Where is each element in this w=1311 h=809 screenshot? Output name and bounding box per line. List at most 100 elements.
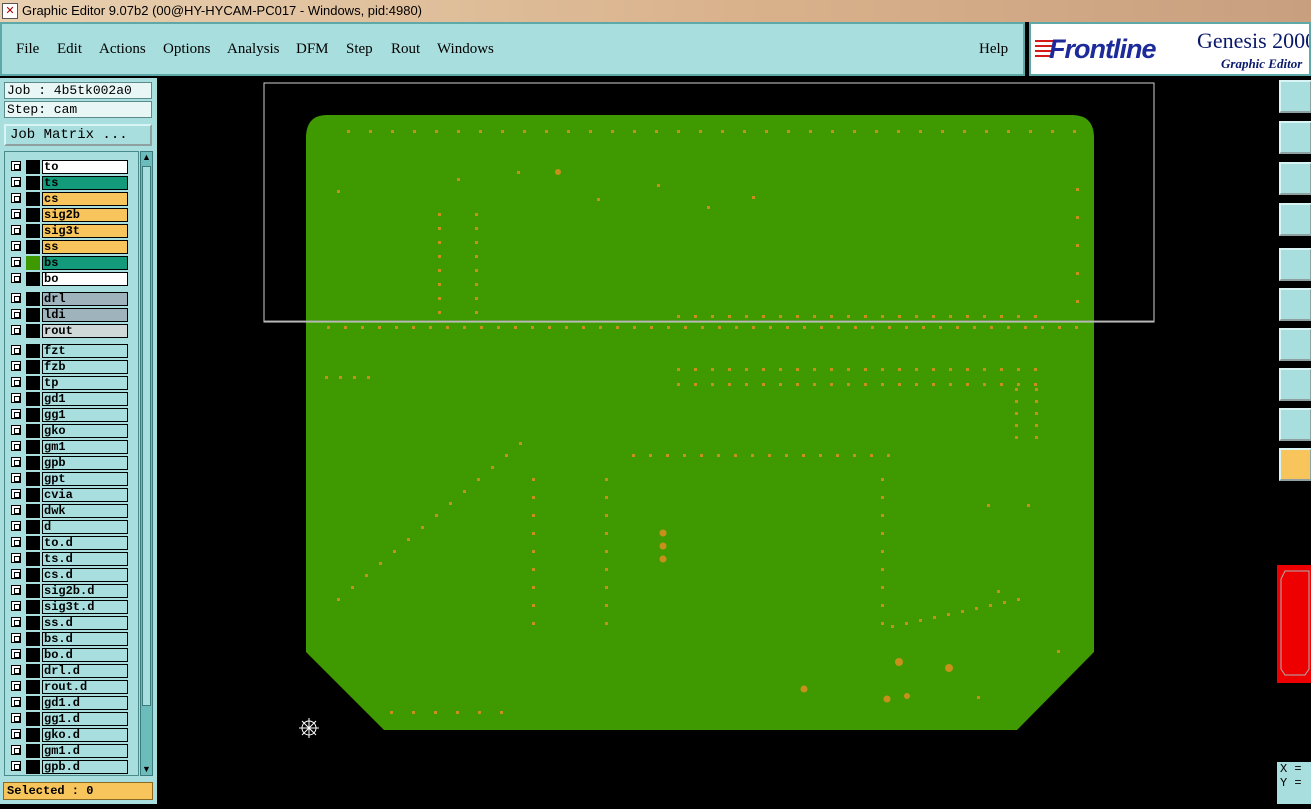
layer-name[interactable]: gko	[42, 424, 128, 438]
layer-display-swatch[interactable]	[26, 272, 40, 286]
layer-name[interactable]: gd1.d	[42, 696, 128, 710]
measure-icon[interactable]	[1279, 203, 1311, 236]
layer-name[interactable]: bo	[42, 272, 128, 286]
layer-checkbox-icon[interactable]	[11, 729, 21, 739]
menu-options[interactable]: Options	[163, 41, 211, 58]
layer-display-swatch[interactable]	[26, 664, 40, 678]
layer-display-swatch[interactable]	[26, 376, 40, 390]
layer-display-swatch[interactable]	[26, 392, 40, 406]
layer-checkbox-icon[interactable]	[11, 585, 21, 595]
layer-row-cs-d[interactable]: cs.d	[8, 568, 130, 582]
layer-display-swatch[interactable]	[26, 728, 40, 742]
layer-display-swatch[interactable]	[26, 488, 40, 502]
layer-name[interactable]: cs	[42, 192, 128, 206]
pan-icon[interactable]	[1279, 121, 1311, 154]
menu-windows[interactable]: Windows	[437, 41, 494, 58]
layer-checkbox-icon[interactable]	[11, 505, 21, 515]
layer-row-gm1[interactable]: gm1	[8, 440, 130, 454]
layer-display-swatch[interactable]	[26, 568, 40, 582]
layer-name[interactable]: drl	[42, 292, 128, 306]
layer-row-gpt[interactable]: gpt	[8, 472, 130, 486]
layer-name[interactable]: bo.d	[42, 648, 128, 662]
layer-row-sig3t-d[interactable]: sig3t.d	[8, 600, 130, 614]
layer-name[interactable]: fzt	[42, 344, 128, 358]
line-tool-icon[interactable]	[1279, 328, 1311, 361]
connect-icon[interactable]	[1279, 288, 1311, 321]
layer-name[interactable]: ts	[42, 176, 128, 190]
layer-checkbox-icon[interactable]	[11, 473, 21, 483]
menu-help[interactable]: Help	[979, 41, 1008, 58]
layer-row-ldi[interactable]: ldi	[8, 308, 130, 322]
layer-checkbox-icon[interactable]	[11, 409, 21, 419]
layer-display-swatch[interactable]	[26, 456, 40, 470]
layer-row-bo-d[interactable]: bo.d	[8, 648, 130, 662]
layer-name[interactable]: sig2b.d	[42, 584, 128, 598]
layer-display-swatch[interactable]	[26, 648, 40, 662]
layer-name[interactable]: dwk	[42, 504, 128, 518]
layer-checkbox-icon[interactable]	[11, 309, 21, 319]
layer-row-ss-d[interactable]: ss.d	[8, 616, 130, 630]
layer-row-drl-d[interactable]: drl.d	[8, 664, 130, 678]
layer-row-bs-d[interactable]: bs.d	[8, 632, 130, 646]
layer-display-swatch[interactable]	[26, 360, 40, 374]
layer-display-swatch[interactable]	[26, 192, 40, 206]
triangle-icon[interactable]	[1279, 408, 1311, 441]
layer-row-gko-d[interactable]: gko.d	[8, 728, 130, 742]
layer-checkbox-icon[interactable]	[11, 761, 21, 771]
layer-checkbox-icon[interactable]	[11, 697, 21, 707]
layer-checkbox-icon[interactable]	[11, 345, 21, 355]
menu-edit[interactable]: Edit	[57, 41, 82, 58]
layer-name[interactable]: to	[42, 160, 128, 174]
layer-display-swatch[interactable]	[26, 552, 40, 566]
layer-row-gpb[interactable]: gpb	[8, 456, 130, 470]
app-icon[interactable]: ✕	[2, 3, 18, 19]
layer-row-gd1[interactable]: gd1	[8, 392, 130, 406]
menu-step[interactable]: Step	[346, 41, 373, 58]
menu-analysis[interactable]: Analysis	[227, 41, 280, 58]
layer-name[interactable]: gg1	[42, 408, 128, 422]
layer-name[interactable]: gpt	[42, 472, 128, 486]
layer-name[interactable]: cs.d	[42, 568, 128, 582]
layer-checkbox-icon[interactable]	[11, 293, 21, 303]
layer-name[interactable]: ss	[42, 240, 128, 254]
layer-list-scrollbar[interactable]: ▲ ▼	[140, 151, 153, 776]
layer-row-ts-d[interactable]: ts.d	[8, 552, 130, 566]
layer-row-rout[interactable]: rout	[8, 324, 130, 338]
layer-checkbox-icon[interactable]	[11, 617, 21, 627]
layer-display-swatch[interactable]	[26, 600, 40, 614]
layer-display-swatch[interactable]	[26, 256, 40, 270]
layer-checkbox-icon[interactable]	[11, 361, 21, 371]
layer-display-swatch[interactable]	[26, 224, 40, 238]
layer-row-gg1[interactable]: gg1	[8, 408, 130, 422]
layer-checkbox-icon[interactable]	[11, 553, 21, 563]
job-matrix-button[interactable]: Job Matrix ...	[4, 124, 152, 146]
layer-checkbox-icon[interactable]	[11, 713, 21, 723]
layer-name[interactable]: d	[42, 520, 128, 534]
layer-name[interactable]: cvia	[42, 488, 128, 502]
menu-actions[interactable]: Actions	[99, 41, 146, 58]
layer-name[interactable]: bs.d	[42, 632, 128, 646]
layer-checkbox-icon[interactable]	[11, 161, 21, 171]
layer-display-swatch[interactable]	[26, 696, 40, 710]
layer-checkbox-icon[interactable]	[11, 325, 21, 335]
layer-display-swatch[interactable]	[26, 292, 40, 306]
layer-checkbox-icon[interactable]	[11, 489, 21, 499]
layer-checkbox-icon[interactable]	[11, 441, 21, 451]
layer-name[interactable]: ss.d	[42, 616, 128, 630]
layer-checkbox-icon[interactable]	[11, 209, 21, 219]
layer-row-drl[interactable]: drl	[8, 292, 130, 306]
layer-checkbox-icon[interactable]	[11, 377, 21, 387]
layer-display-swatch[interactable]	[26, 680, 40, 694]
layer-name[interactable]: sig3t.d	[42, 600, 128, 614]
layer-row-d[interactable]: d	[8, 520, 130, 534]
layer-row-to[interactable]: to	[8, 160, 130, 174]
layer-name[interactable]: ts.d	[42, 552, 128, 566]
layer-row-dwk[interactable]: dwk	[8, 504, 130, 518]
layer-name[interactable]: sig2b	[42, 208, 128, 222]
layer-checkbox-icon[interactable]	[11, 745, 21, 755]
layer-display-swatch[interactable]	[26, 744, 40, 758]
layer-checkbox-icon[interactable]	[11, 537, 21, 547]
layer-name[interactable]: rout.d	[42, 680, 128, 694]
layer-row-fzt[interactable]: fzt	[8, 344, 130, 358]
layer-checkbox-icon[interactable]	[11, 665, 21, 675]
